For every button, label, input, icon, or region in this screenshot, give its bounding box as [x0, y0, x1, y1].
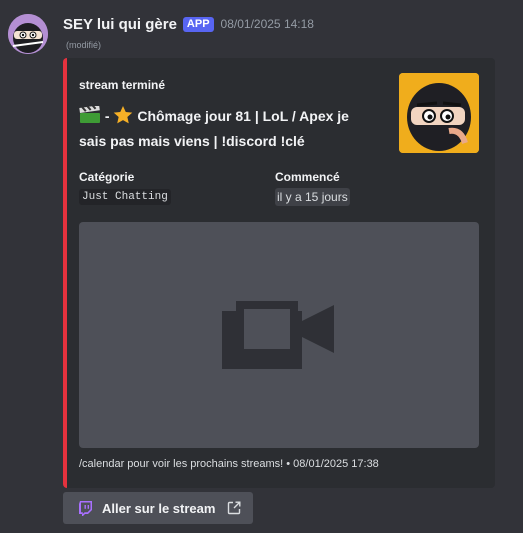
embed-footer: /calendar pour voir les prochains stream…: [79, 458, 379, 470]
embed-author: stream terminé: [79, 78, 166, 92]
external-link-icon: [227, 501, 241, 515]
avatar[interactable]: [8, 14, 48, 54]
username[interactable]: SEY lui qui gère: [63, 16, 177, 33]
field-category-value: Just Chatting: [79, 189, 171, 205]
embed-title: - Chômage jour 81 | LoL / Apex je sais p…: [79, 104, 379, 152]
clapperboard-icon: [79, 104, 101, 130]
stream-preview-placeholder[interactable]: [79, 222, 479, 448]
field-category-name: Catégorie: [79, 170, 135, 184]
field-started-value: il y a 15 jours: [275, 188, 350, 206]
video-camera-icon: [222, 301, 334, 369]
twitch-icon: [79, 500, 93, 516]
edited-label: (modifié): [66, 40, 102, 50]
app-badge: APP: [182, 16, 214, 32]
channel-thumbnail[interactable]: [399, 73, 479, 153]
stream-embed: stream terminé - Chômage jour 81 | LoL /…: [63, 58, 495, 488]
title-separator: -: [104, 108, 110, 124]
timestamp: 08/01/2025 14:18: [220, 17, 314, 31]
ninja-avatar-icon: [8, 14, 48, 54]
message-header: SEY lui qui gère APP 08/01/2025 14:18: [63, 14, 314, 34]
chat-message: SEY lui qui gère APP 08/01/2025 14:18 (m…: [0, 0, 523, 533]
star-icon: [113, 106, 133, 130]
field-started-name: Commencé: [275, 170, 340, 184]
go-to-stream-label: Aller sur le stream: [102, 500, 216, 516]
go-to-stream-button[interactable]: Aller sur le stream: [63, 492, 253, 524]
ninja-thumbnail-icon: [399, 73, 479, 153]
